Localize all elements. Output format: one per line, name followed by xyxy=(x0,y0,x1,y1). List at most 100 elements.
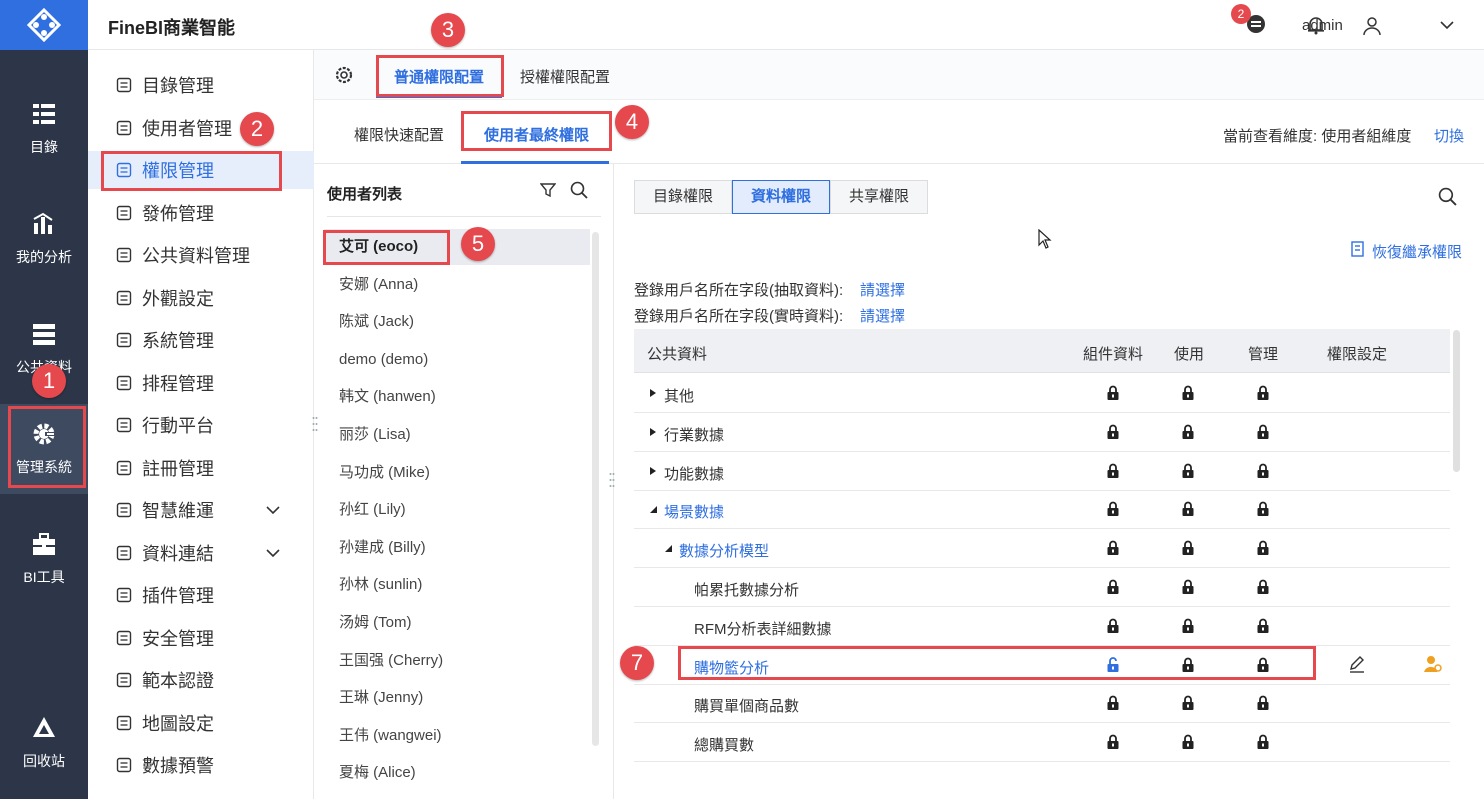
table-scrollbar[interactable] xyxy=(1453,330,1460,472)
switch-dimension-link[interactable]: 切換 xyxy=(1434,125,1464,146)
lock-icon[interactable] xyxy=(1106,463,1120,479)
tab-data-permission[interactable]: 資料權限 xyxy=(732,180,831,214)
menu-item-8[interactable]: 排程管理 xyxy=(88,364,314,402)
user-list-item[interactable]: demo (demo) xyxy=(324,342,590,378)
menu-item-9[interactable]: 行動平台 xyxy=(88,406,314,444)
resize-handle[interactable] xyxy=(609,472,615,488)
user-icon[interactable] xyxy=(1362,16,1382,36)
rail-item-recycle[interactable]: 回收站 xyxy=(0,698,88,788)
rail-item-bi-tools[interactable]: BI工具 xyxy=(0,514,88,604)
lock-icon[interactable] xyxy=(1256,463,1270,479)
menu-item-2[interactable]: 使用者管理 xyxy=(88,109,314,147)
user-list-item[interactable]: 孙林 (sunlin) xyxy=(324,567,590,603)
table-row[interactable] xyxy=(634,374,1450,413)
user-list-item[interactable]: 马功成 (Mike) xyxy=(324,455,590,491)
expand-icon[interactable] xyxy=(649,427,657,436)
row-name[interactable]: 數據分析模型 xyxy=(679,540,769,561)
user-list-item[interactable]: 夏梅 (Alice) xyxy=(324,755,590,791)
menu-item-11[interactable]: 智慧維運 xyxy=(88,491,314,529)
lock-icon[interactable] xyxy=(1181,618,1195,634)
lock-icon[interactable] xyxy=(1256,501,1270,517)
app-logo[interactable] xyxy=(0,0,88,50)
tab-quick-config[interactable]: 權限快速配置 xyxy=(354,124,444,145)
user-list-item[interactable]: 王伟 (wangwei) xyxy=(324,718,590,754)
table-row[interactable] xyxy=(634,413,1450,452)
lock-icon[interactable] xyxy=(1106,618,1120,634)
user-list-scrollbar[interactable] xyxy=(592,232,599,746)
menu-item-6[interactable]: 外觀設定 xyxy=(88,279,314,317)
user-icon xyxy=(116,120,132,135)
search-icon[interactable] xyxy=(570,181,588,199)
menu-item-12[interactable]: 資料連結 xyxy=(88,534,314,572)
lock-icon[interactable] xyxy=(1181,463,1195,479)
expand-icon[interactable] xyxy=(649,389,657,397)
lock-icon[interactable] xyxy=(1181,579,1195,595)
user-list-item[interactable]: 安娜 (Anna) xyxy=(324,267,590,303)
rail-item-catalog[interactable]: 目錄 xyxy=(0,84,88,174)
tab-grant-permission[interactable]: 授權權限配置 xyxy=(520,66,610,87)
tab-share-permission[interactable]: 共享權限 xyxy=(830,180,929,214)
lock-icon[interactable] xyxy=(1106,424,1120,440)
user-list-item[interactable]: 韩文 (hanwen) xyxy=(324,379,590,415)
user-list-item[interactable]: 丽莎 (Lisa) xyxy=(324,417,590,453)
search-icon[interactable] xyxy=(1438,187,1457,206)
lock-icon[interactable] xyxy=(1106,501,1120,517)
user-permission-icon[interactable] xyxy=(1424,655,1442,673)
user-name[interactable]: admin xyxy=(1302,17,1343,34)
menu-item-15[interactable]: 範本認證 xyxy=(88,661,314,699)
menu-item-13[interactable]: 插件管理 xyxy=(88,576,314,614)
restore-inherit-link[interactable]: 恢復繼承權限 xyxy=(1372,241,1462,262)
user-list-item[interactable]: 王国强 (Cherry) xyxy=(324,643,590,679)
menu-item-5[interactable]: 公共資料管理 xyxy=(88,236,314,274)
collapse-icon[interactable] xyxy=(649,505,657,514)
menu-item-label: 系統管理 xyxy=(142,331,214,351)
filter-icon[interactable] xyxy=(540,182,556,198)
user-list-item[interactable]: 孙红 (Lily) xyxy=(324,492,590,528)
lock-icon[interactable] xyxy=(1106,734,1120,750)
restore-icon[interactable] xyxy=(1350,241,1366,257)
lock-icon[interactable] xyxy=(1106,695,1120,711)
lock-icon[interactable] xyxy=(1256,424,1270,440)
collapse-icon[interactable] xyxy=(664,544,672,553)
lock-icon[interactable] xyxy=(1256,695,1270,711)
table-row[interactable] xyxy=(634,490,1450,530)
lock-icon[interactable] xyxy=(1181,734,1195,750)
settings-icon[interactable] xyxy=(334,65,354,85)
menu-item-17[interactable]: 數據預警 xyxy=(88,746,314,784)
menu-item-4[interactable]: 發佈管理 xyxy=(88,194,314,232)
extract-field-select[interactable]: 請選擇 xyxy=(860,279,905,300)
chevron-down-icon[interactable] xyxy=(266,546,280,560)
lock-icon[interactable] xyxy=(1256,618,1270,634)
user-list-item[interactable]: 王琳 (Jenny) xyxy=(324,680,590,716)
lock-icon[interactable] xyxy=(1181,424,1195,440)
menu-item-7[interactable]: 系統管理 xyxy=(88,321,314,359)
menu-item-10[interactable]: 註冊管理 xyxy=(88,449,314,487)
user-list-item[interactable]: 孙建成 (Billy) xyxy=(324,530,590,566)
lock-icon[interactable] xyxy=(1181,695,1195,711)
table-row[interactable] xyxy=(634,723,1450,763)
rail-item-my-analysis[interactable]: 我的分析 xyxy=(0,194,88,284)
lock-icon[interactable] xyxy=(1106,385,1120,401)
menu-item-1[interactable]: 目錄管理 xyxy=(88,66,314,104)
lock-icon[interactable] xyxy=(1106,540,1120,556)
user-list-item[interactable]: 陈斌 (Jack) xyxy=(324,304,590,340)
realtime-field-select[interactable]: 請選擇 xyxy=(860,305,905,326)
lock-icon[interactable] xyxy=(1106,579,1120,595)
menu-item-14[interactable]: 安全管理 xyxy=(88,619,314,657)
lock-icon[interactable] xyxy=(1256,734,1270,750)
tab-catalog-permission[interactable]: 目錄權限 xyxy=(634,180,733,214)
lock-icon[interactable] xyxy=(1181,385,1195,401)
row-name[interactable]: 場景數據 xyxy=(664,501,724,522)
edit-icon[interactable] xyxy=(1348,655,1366,673)
table-row[interactable] xyxy=(634,452,1450,491)
expand-icon[interactable] xyxy=(649,466,657,475)
lock-icon[interactable] xyxy=(1181,540,1195,556)
menu-item-16[interactable]: 地圖設定 xyxy=(88,704,314,742)
lock-icon[interactable] xyxy=(1181,501,1195,517)
user-list-item[interactable]: 汤姆 (Tom) xyxy=(324,605,590,641)
lock-icon[interactable] xyxy=(1256,540,1270,556)
lock-icon[interactable] xyxy=(1256,579,1270,595)
lock-icon[interactable] xyxy=(1256,385,1270,401)
chevron-down-icon[interactable] xyxy=(1440,18,1454,32)
chevron-down-icon[interactable] xyxy=(266,503,280,517)
